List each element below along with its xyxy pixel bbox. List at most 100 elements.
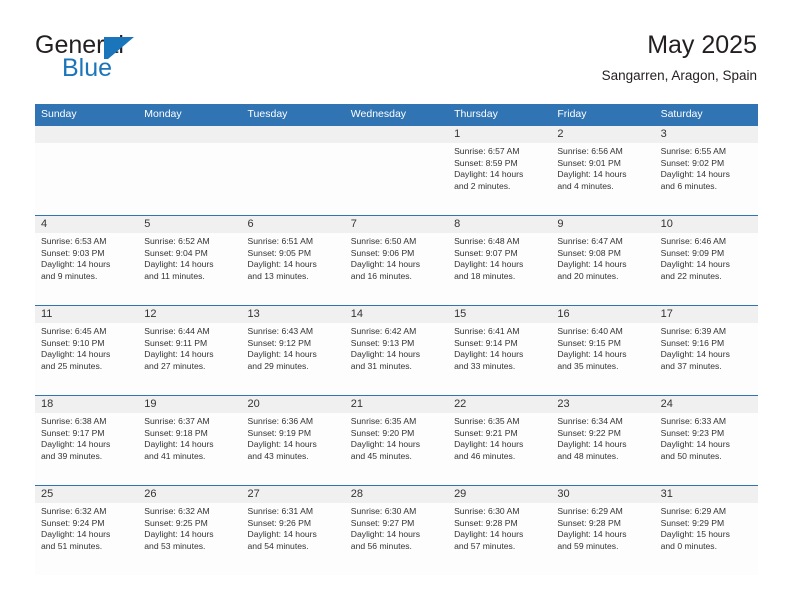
day-number: 14 (350, 308, 364, 320)
day-info: Sunrise: 6:35 AM Sunset: 9:20 PM Daylight:… (345, 413, 448, 462)
day-info-line: and 57 minutes. (454, 540, 516, 551)
day-info-line: and 46 minutes. (454, 450, 516, 461)
day-cell[interactable]: 4 Sunrise: 6:53 AM Sunset: 9:03 PM Daylight… (35, 216, 139, 305)
day-cell[interactable]: 18 Sunrise: 6:38 AM Sunset: 9:17 PM Dayligh… (35, 396, 139, 485)
day-info-line: and 35 minutes. (557, 360, 619, 371)
day-cell[interactable]: 2 Sunrise: 6:56 AM Sunset: 9:01 PM Daylight… (551, 126, 655, 215)
day-number: 4 (41, 218, 48, 230)
day-cell[interactable]: 28 Sunrise: 6:30 AM Sunset: 9:27 PM Dayligh… (344, 486, 449, 575)
day-info-line: Daylight: 14 hours (557, 439, 627, 450)
weekday-header-monday: Monday (144, 108, 182, 120)
day-info-line: Sunset: 9:05 PM (247, 247, 312, 258)
day-info-line: Sunset: 9:02 PM (660, 157, 725, 168)
day-info-line: Sunrise: 6:57 AM (454, 146, 520, 156)
day-info-line: and 29 minutes. (247, 360, 309, 371)
day-info-line: and 27 minutes. (144, 360, 206, 371)
day-info (345, 143, 448, 146)
day-cell[interactable]: 5 Sunrise: 6:52 AM Sunset: 9:04 PM Daylight… (138, 216, 242, 305)
day-number-band: 28 (344, 486, 449, 503)
day-cell[interactable]: 16 Sunrise: 6:40 AM Sunset: 9:15 PM Dayligh… (551, 306, 655, 395)
day-info-line: Sunset: 9:06 PM (350, 247, 415, 258)
logo[interactable]: General Blue (35, 33, 265, 89)
day-info: Sunrise: 6:39 AM Sunset: 9:16 PM Daylight:… (655, 323, 758, 372)
day-number-band (138, 126, 242, 143)
day-number: 10 (660, 218, 673, 230)
day-info-line: Sunrise: 6:48 AM (454, 236, 520, 246)
day-info-line: and 13 minutes. (247, 270, 309, 281)
day-info-line: Sunrise: 6:31 AM (247, 506, 313, 516)
day-cell[interactable]: 24 Sunrise: 6:33 AM Sunset: 9:23 PM Dayligh… (654, 396, 758, 485)
day-info-line: Sunrise: 6:35 AM (350, 416, 417, 426)
day-cell[interactable]: 21 Sunrise: 6:35 AM Sunset: 9:20 PM Dayligh… (344, 396, 449, 485)
day-number: 15 (454, 308, 467, 320)
day-cell[interactable]: 6 Sunrise: 6:51 AM Sunset: 9:05 PM Daylight… (241, 216, 345, 305)
day-cell[interactable]: 22 Sunrise: 6:35 AM Sunset: 9:21 PM Dayligh… (448, 396, 552, 485)
logo-flag-icon (104, 37, 134, 59)
day-info-line: Sunset: 9:13 PM (350, 337, 415, 348)
day-info (138, 143, 241, 146)
day-info-line: Sunset: 9:01 PM (557, 157, 621, 168)
day-number: 23 (557, 398, 570, 410)
day-cell[interactable]: 13 Sunrise: 6:43 AM Sunset: 9:12 PM Dayligh… (241, 306, 345, 395)
day-number-band: 1 (448, 126, 552, 143)
day-info-line: Sunset: 9:07 PM (454, 247, 518, 258)
day-cell[interactable]: 25 Sunrise: 6:32 AM Sunset: 9:24 PM Dayligh… (35, 486, 139, 575)
calendar-weeks: 1 Sunrise: 6:57 AM Sunset: 8:59 PM Daylight… (35, 125, 758, 575)
day-info-line: Daylight: 14 hours (660, 169, 730, 180)
day-info-line: and 22 minutes. (660, 270, 722, 281)
day-number: 30 (557, 488, 570, 500)
day-info-line: Daylight: 14 hours (660, 349, 730, 360)
day-info: Sunrise: 6:29 AM Sunset: 9:28 PM Daylight:… (551, 503, 654, 552)
day-info-line: Sunrise: 6:37 AM (144, 416, 210, 426)
day-info-line: and 59 minutes. (557, 540, 619, 551)
day-info (242, 143, 345, 146)
day-number: 16 (557, 308, 570, 320)
day-cell[interactable]: 15 Sunrise: 6:41 AM Sunset: 9:14 PM Dayligh… (448, 306, 552, 395)
day-info: Sunrise: 6:33 AM Sunset: 9:23 PM Daylight:… (655, 413, 758, 462)
day-number: 8 (454, 218, 461, 230)
day-cell[interactable]: 31 Sunrise: 6:29 AM Sunset: 9:29 PM Dayligh… (654, 486, 758, 575)
day-info-line: Sunset: 9:08 PM (557, 247, 621, 258)
day-info-line: Sunrise: 6:47 AM (557, 236, 623, 246)
day-cell[interactable]: 8 Sunrise: 6:48 AM Sunset: 9:07 PM Daylight… (448, 216, 552, 305)
day-info-line: Sunrise: 6:42 AM (350, 326, 417, 336)
day-cell[interactable]: 9 Sunrise: 6:47 AM Sunset: 9:08 PM Daylight… (551, 216, 655, 305)
day-info-line: Daylight: 14 hours (454, 259, 524, 270)
day-number: 31 (660, 488, 673, 500)
day-info-line: Sunset: 9:22 PM (557, 427, 621, 438)
day-cell[interactable]: 7 Sunrise: 6:50 AM Sunset: 9:06 PM Daylight… (344, 216, 449, 305)
day-cell[interactable]: 23 Sunrise: 6:34 AM Sunset: 9:22 PM Dayligh… (551, 396, 655, 485)
day-cell[interactable]: 17 Sunrise: 6:39 AM Sunset: 9:16 PM Dayligh… (654, 306, 758, 395)
day-info: Sunrise: 6:30 AM Sunset: 9:28 PM Daylight:… (448, 503, 551, 552)
day-cell[interactable]: 11 Sunrise: 6:45 AM Sunset: 9:10 PM Dayligh… (35, 306, 139, 395)
day-cell-empty (344, 126, 449, 215)
day-info-line: Sunrise: 6:43 AM (247, 326, 313, 336)
day-cell-empty (138, 126, 242, 215)
day-info-line: Sunset: 9:04 PM (144, 247, 208, 258)
weekday-header-row: Sunday Monday Tuesday Wednesday Thursday… (35, 104, 758, 125)
day-cell[interactable]: 20 Sunrise: 6:36 AM Sunset: 9:19 PM Dayligh… (241, 396, 345, 485)
day-info: Sunrise: 6:36 AM Sunset: 9:19 PM Daylight:… (242, 413, 345, 462)
day-cell[interactable]: 27 Sunrise: 6:31 AM Sunset: 9:26 PM Dayligh… (241, 486, 345, 575)
day-info-line: and 56 minutes. (350, 540, 412, 551)
day-info-line: Sunrise: 6:39 AM (660, 326, 727, 336)
day-cell[interactable]: 30 Sunrise: 6:29 AM Sunset: 9:28 PM Dayligh… (551, 486, 655, 575)
day-cell[interactable]: 26 Sunrise: 6:32 AM Sunset: 9:25 PM Dayligh… (138, 486, 242, 575)
day-number-band: 16 (551, 306, 655, 323)
calendar-week-row: 11 Sunrise: 6:45 AM Sunset: 9:10 PM Dayligh… (35, 305, 758, 395)
day-cell[interactable]: 12 Sunrise: 6:44 AM Sunset: 9:11 PM Dayligh… (138, 306, 242, 395)
day-number: 25 (41, 488, 54, 500)
day-number: 6 (247, 218, 254, 230)
day-cell[interactable]: 29 Sunrise: 6:30 AM Sunset: 9:28 PM Dayligh… (448, 486, 552, 575)
calendar-week-row: 18 Sunrise: 6:38 AM Sunset: 9:17 PM Dayligh… (35, 395, 758, 485)
day-cell[interactable]: 10 Sunrise: 6:46 AM Sunset: 9:09 PM Dayligh… (654, 216, 758, 305)
day-info-line: and 39 minutes. (41, 450, 103, 461)
day-info-line: Daylight: 14 hours (41, 259, 111, 270)
day-cell[interactable]: 14 Sunrise: 6:42 AM Sunset: 9:13 PM Dayligh… (344, 306, 449, 395)
day-number: 2 (557, 128, 564, 140)
day-cell[interactable]: 3 Sunrise: 6:55 AM Sunset: 9:02 PM Daylight… (654, 126, 758, 215)
day-info-line: Sunset: 9:14 PM (454, 337, 518, 348)
day-cell[interactable]: 1 Sunrise: 6:57 AM Sunset: 8:59 PM Daylight… (448, 126, 552, 215)
day-cell[interactable]: 19 Sunrise: 6:37 AM Sunset: 9:18 PM Dayligh… (138, 396, 242, 485)
day-number-band: 12 (138, 306, 242, 323)
